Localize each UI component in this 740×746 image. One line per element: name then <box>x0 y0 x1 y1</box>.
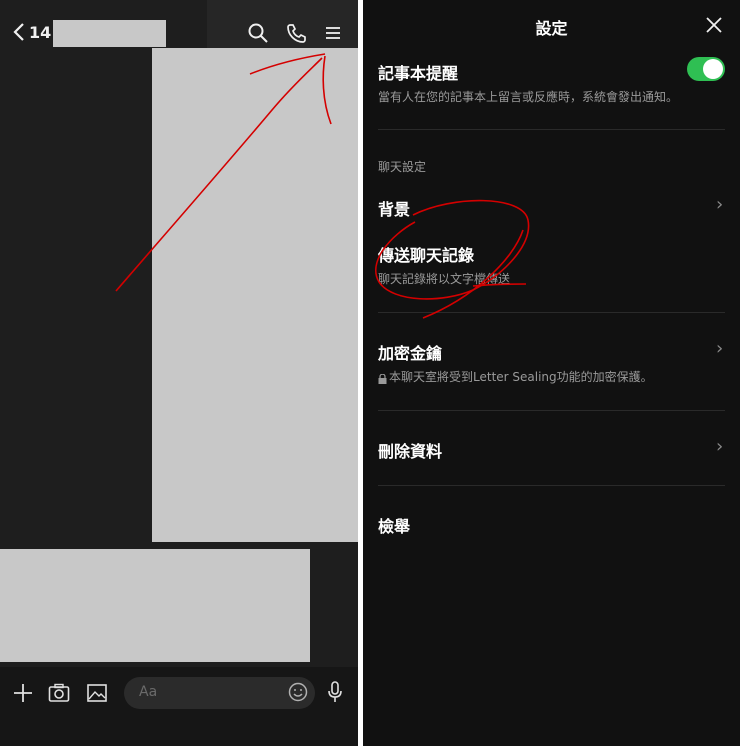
red-arrow-annotation <box>115 53 332 292</box>
settings-screen: 設定 記事本提醒 當有人在您的記事本上留言或反應時，系統會發出通知。 聊天設定 … <box>363 0 740 746</box>
chat-screen: 14 Aa <box>0 0 358 746</box>
red-circle-annotation <box>375 199 530 319</box>
